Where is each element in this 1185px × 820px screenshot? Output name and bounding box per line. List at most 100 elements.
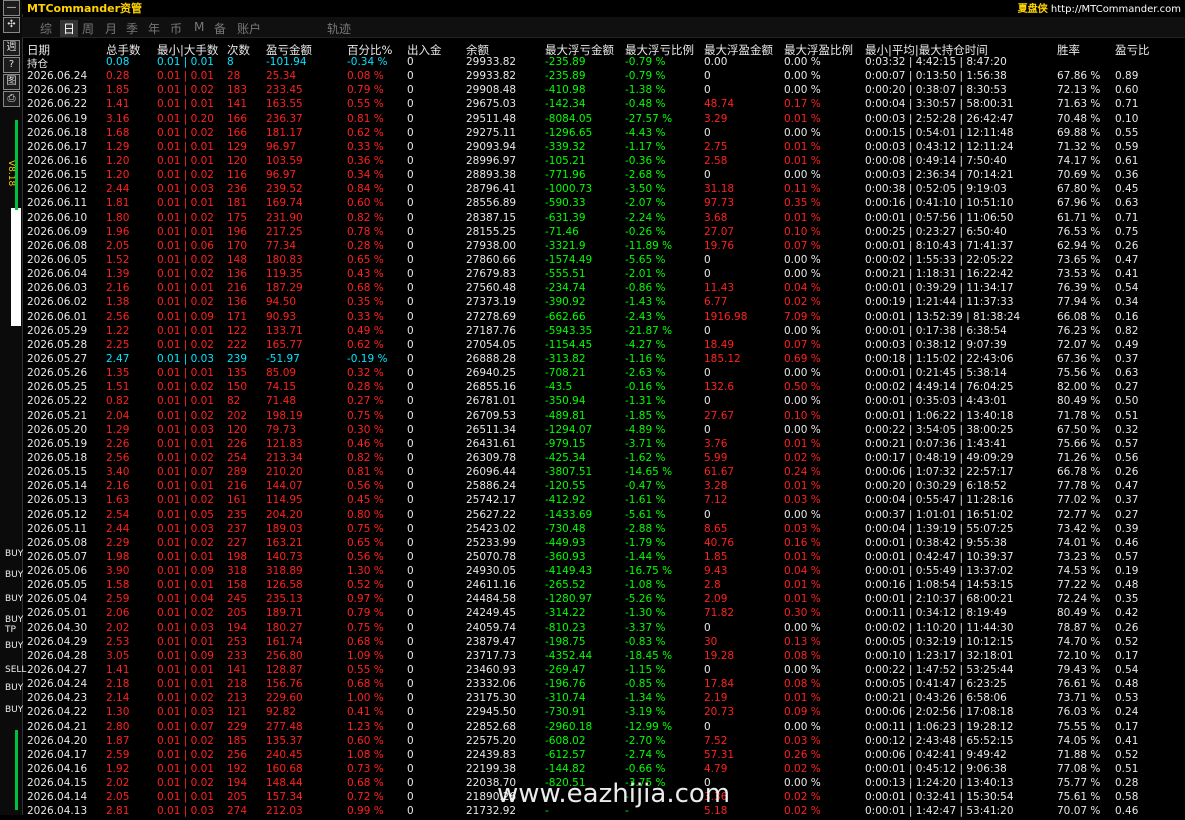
cell-pnl: 103.59 <box>266 154 303 167</box>
table-row[interactable]: 2026.06.12 2.44 0.01 | 0.03 236 239.52 0.84 %… <box>22 183 1185 197</box>
print-icon[interactable]: ⎙ <box>3 91 20 107</box>
table-row[interactable]: 2026.04.21 2.80 0.01 | 0.07 229 277.48 1.23 %… <box>22 721 1185 735</box>
cell-count: 239 <box>227 352 248 365</box>
table-row[interactable]: 2026.05.14 2.16 0.01 | 0.01 216 144.07 0.56 %… <box>22 480 1185 494</box>
table-row[interactable]: 2026.04.16 1.92 0.01 | 0.01 192 160.68 0.73 %… <box>22 763 1185 777</box>
table-row[interactable]: 2026.06.24 0.28 0.01 | 0.01 28 25.34 0.08 % 0 2… <box>22 70 1185 84</box>
tab-2[interactable]: 周 <box>82 20 94 37</box>
trade-tag[interactable]: BUY <box>5 594 23 604</box>
minimize-icon[interactable]: — <box>3 0 20 16</box>
table-row[interactable]: 2026.05.29 1.22 0.01 | 0.01 122 133.71 0.49 %… <box>22 325 1185 339</box>
table-row[interactable]: 2026.06.19 3.16 0.01 | 0.20 166 236.37 0.81 %… <box>22 113 1185 127</box>
table-row[interactable]: 2026.05.25 1.51 0.01 | 0.02 150 74.15 0.28 % 0… <box>22 381 1185 395</box>
trade-tag[interactable]: BUY <box>5 705 23 715</box>
table-row[interactable]: 2026.05.06 3.90 0.01 | 0.09 318 318.89 1.30 %… <box>22 565 1185 579</box>
tab-5[interactable]: 年 <box>148 20 160 37</box>
help-icon[interactable]: ? <box>3 57 20 73</box>
table-row[interactable]: 2026.06.10 1.80 0.01 | 0.02 175 231.90 0.82 %… <box>22 212 1185 226</box>
table-row[interactable]: 2026.06.02 1.38 0.01 | 0.02 136 94.50 0.35 % 0… <box>22 296 1185 310</box>
cell-max-float-profit: 0 <box>704 720 711 733</box>
cell-deposit: 0 <box>407 649 414 662</box>
cell-min-max-lots: 0.01 | 0.02 <box>157 381 214 394</box>
table-row[interactable]: 2026.06.03 2.16 0.01 | 0.01 216 187.29 0.68 %… <box>22 282 1185 296</box>
cell-percent: 0.52 % <box>347 579 384 592</box>
tab-7[interactable]: M <box>194 20 204 34</box>
tab-trajectory[interactable]: 轨迹 <box>327 20 351 37</box>
tab-3[interactable]: 月 <box>105 20 117 37</box>
table-row[interactable]: 2026.04.17 2.59 0.01 | 0.02 256 240.45 1.08 %… <box>22 749 1185 763</box>
tab-1[interactable]: 日 <box>60 20 79 37</box>
cell-balance: 24611.16 <box>466 579 517 592</box>
cell-min-max-lots: 0.01 | 0.01 <box>157 664 214 677</box>
trade-tag[interactable]: BUY <box>5 549 23 559</box>
cell-max-float-profit-pct: 0.00 % <box>784 126 821 139</box>
table-row[interactable]: 2026.04.29 2.53 0.01 | 0.01 253 161.74 0.68 %… <box>22 636 1185 650</box>
table-row[interactable]: 2026.05.21 2.04 0.01 | 0.02 202 198.19 0.75 %… <box>22 410 1185 424</box>
table-row[interactable]: 2026.06.09 1.96 0.01 | 0.01 196 217.25 0.78 %… <box>22 226 1185 240</box>
table-row[interactable]: 2026.04.30 2.02 0.01 | 0.03 194 180.27 0.75 %… <box>22 622 1185 636</box>
trade-tag[interactable]: BUY <box>5 683 23 693</box>
table-row[interactable]: 2026.04.24 2.18 0.01 | 0.01 218 156.76 0.68 %… <box>22 678 1185 692</box>
table-row[interactable]: 2026.05.01 2.06 0.01 | 0.02 205 189.71 0.79 %… <box>22 607 1185 621</box>
trade-tag[interactable]: BUY <box>5 641 23 651</box>
tab-6[interactable]: 币 <box>170 20 182 37</box>
table-row[interactable]: 2026.05.05 1.58 0.01 | 0.01 158 126.58 0.52 %… <box>22 579 1185 593</box>
table-row[interactable]: 2026.06.15 1.20 0.01 | 0.02 116 96.97 0.34 % 0… <box>22 169 1185 183</box>
cell-min-max-lots: 0.01 | 0.02 <box>157 296 214 309</box>
table-row[interactable]: 2026.06.23 1.85 0.01 | 0.02 183 233.45 0.79 %… <box>22 84 1185 98</box>
table-row[interactable]: 2026.06.08 2.05 0.01 | 0.06 170 77.34 0.28 % 0… <box>22 240 1185 254</box>
cell-balance: 26855.16 <box>466 381 517 394</box>
cell-win-rate: 71.32 % <box>1057 140 1101 153</box>
table-row[interactable]: 2026.05.20 1.29 0.01 | 0.03 120 79.73 0.30 % 0… <box>22 424 1185 438</box>
table-row[interactable]: 2026.04.23 2.14 0.01 | 0.02 213 229.60 1.00 %… <box>22 692 1185 706</box>
table-row[interactable]: 2026.05.11 2.44 0.01 | 0.03 237 189.03 0.75 %… <box>22 523 1185 537</box>
cell-max-float-profit: 40.76 <box>704 536 735 549</box>
table-row[interactable]: 2026.06.05 1.52 0.01 | 0.02 148 180.83 0.65 %… <box>22 254 1185 268</box>
table-row[interactable]: 2026.06.22 1.41 0.01 | 0.01 141 163.55 0.55 %… <box>22 98 1185 112</box>
table-row[interactable]: 2026.05.28 2.25 0.01 | 0.02 222 165.77 0.62 %… <box>22 339 1185 353</box>
table-row[interactable]: 2026.05.19 2.26 0.01 | 0.01 226 121.83 0.46 %… <box>22 438 1185 452</box>
cell-count: 202 <box>227 409 248 422</box>
cell-percent: 0.28 % <box>347 239 384 252</box>
cell-date: 2026.06.10 <box>27 211 88 224</box>
trade-tag[interactable]: BUY TP <box>5 615 23 635</box>
table-row[interactable]: 2026.05.13 1.63 0.01 | 0.02 161 114.95 0.45 %… <box>22 494 1185 508</box>
table-row[interactable]: 2026.04.27 1.41 0.01 | 0.01 141 128.87 0.55 %… <box>22 664 1185 678</box>
table-row[interactable]: 2026.05.27 2.47 0.01 | 0.03 239 -51.97 -0.19 … <box>22 353 1185 367</box>
week-toggle-button[interactable]: 週 <box>3 40 20 56</box>
tab-9[interactable]: 账户 <box>237 20 261 37</box>
table-row[interactable]: 2026.06.17 1.29 0.01 | 0.01 129 96.97 0.33 % 0… <box>22 141 1185 155</box>
table-row[interactable]: 2026.06.16 1.20 0.01 | 0.01 120 103.59 0.36 %… <box>22 155 1185 169</box>
cell-max-float-loss: -1280.97 <box>545 593 593 606</box>
trade-tag[interactable]: BUY <box>5 570 23 580</box>
cell-max-float-profit: 0 <box>704 324 711 337</box>
table-row[interactable]: 2026.05.08 2.29 0.01 | 0.02 227 163.21 0.65 %… <box>22 537 1185 551</box>
table-row[interactable]: 2026.05.15 3.40 0.01 | 0.07 289 210.20 0.81 %… <box>22 466 1185 480</box>
table-row[interactable]: 2026.06.04 1.39 0.01 | 0.02 136 119.35 0.43 %… <box>22 268 1185 282</box>
tab-8[interactable]: 备 <box>214 20 226 37</box>
table-row[interactable]: 2026.05.07 1.98 0.01 | 0.01 198 140.73 0.56 %… <box>22 551 1185 565</box>
chart-icon[interactable]: 图 <box>3 74 20 90</box>
holding-row[interactable]: 持仓 0.08 0.01 | 0.01 8 -101.94 -0.34 % 0 29933.8… <box>22 56 1185 70</box>
tab-4[interactable]: 季 <box>126 20 138 37</box>
brand-url[interactable]: http://MTCommander.com <box>1051 4 1181 15</box>
cell-balance: 29275.11 <box>466 126 517 139</box>
tab-0[interactable]: 综 <box>40 20 52 37</box>
table-row[interactable]: 2026.05.04 2.59 0.01 | 0.04 245 235.13 0.97 %… <box>22 593 1185 607</box>
table-row[interactable]: 2026.06.11 1.81 0.01 | 0.01 181 169.74 0.60 %… <box>22 197 1185 211</box>
cell-min-max-lots: 0.01 | 0.07 <box>157 466 214 479</box>
table-row[interactable]: 2026.04.22 1.30 0.01 | 0.03 121 92.82 0.41 % 0… <box>22 706 1185 720</box>
table-row[interactable]: 2026.06.01 2.56 0.01 | 0.09 171 90.93 0.33 % 0… <box>22 311 1185 325</box>
table-row[interactable]: 2026.05.12 2.54 0.01 | 0.05 235 204.20 0.80 %… <box>22 509 1185 523</box>
cell-count: 120 <box>227 423 248 436</box>
brand-link[interactable]: 夏盘侠 http://MTCommander.com <box>1018 0 1181 15</box>
cell-deposit: 0 <box>407 253 414 266</box>
move-icon[interactable]: ✣ <box>3 17 20 33</box>
table-row[interactable]: 2026.05.26 1.35 0.01 | 0.01 135 85.09 0.32 % 0… <box>22 367 1185 381</box>
table-row[interactable]: 2026.06.18 1.68 0.01 | 0.02 166 181.17 0.62 %… <box>22 127 1185 141</box>
table-row[interactable]: 2026.04.20 1.87 0.01 | 0.02 185 135.37 0.60 %… <box>22 735 1185 749</box>
cell-max-float-profit: 27.07 <box>704 225 735 238</box>
table-row[interactable]: 2026.05.18 2.56 0.01 | 0.02 254 213.34 0.82 %… <box>22 452 1185 466</box>
table-row[interactable]: 2026.05.22 0.82 0.01 | 0.01 82 71.48 0.27 % 0 2… <box>22 395 1185 409</box>
table-row[interactable]: 2026.04.28 3.05 0.01 | 0.09 233 256.80 1.09 %… <box>22 650 1185 664</box>
